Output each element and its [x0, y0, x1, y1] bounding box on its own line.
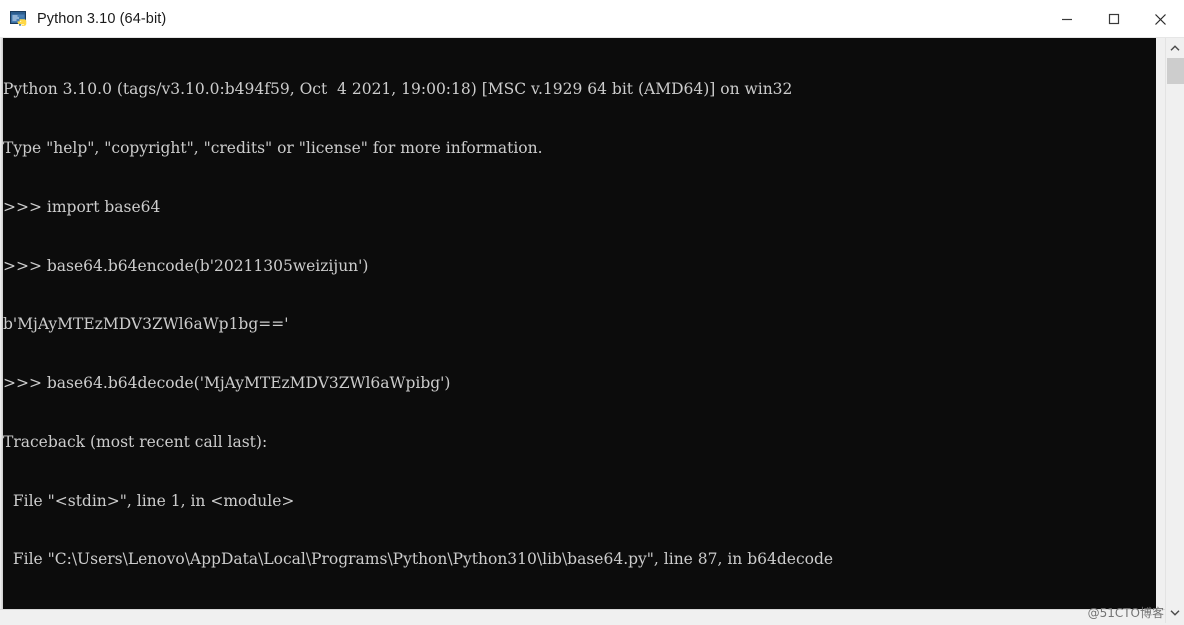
- terminal-line: >>> import base64: [3, 197, 161, 216]
- terminal-line: >>> base64.b64decode('MjAyMTEzMDV3ZWl6aW…: [3, 374, 451, 393]
- python-console-icon: [10, 10, 28, 28]
- scroll-down-arrow[interactable]: [1166, 603, 1184, 621]
- scrollbar-thumb[interactable]: [1167, 58, 1184, 84]
- terminal-surface[interactable]: Python 3.10.0 (tags/v3.10.0:b494f59, Oct…: [3, 38, 1156, 609]
- python-console-window: Python 3.10 (64-bit) Python 3.10.0 (tags…: [0, 0, 1184, 625]
- console-bottom-border: [0, 609, 1165, 610]
- maximize-button[interactable]: [1090, 0, 1137, 38]
- terminal-output: Python 3.10.0 (tags/v3.10.0:b494f59, Oct…: [3, 41, 1156, 609]
- terminal-line: Python 3.10.0 (tags/v3.10.0:b494f59, Oct…: [3, 80, 793, 99]
- title-bar[interactable]: Python 3.10 (64-bit): [0, 0, 1184, 38]
- window-title: Python 3.10 (64-bit): [37, 10, 167, 27]
- terminal-line: b'MjAyMTEzMDV3ZWl6aWp1bg==': [3, 315, 289, 334]
- terminal-line: >>> base64.b64encode(b'20211305weizijun'…: [3, 256, 369, 275]
- close-button[interactable]: [1137, 0, 1184, 38]
- vertical-scrollbar[interactable]: [1165, 38, 1184, 623]
- watermark: @51CTO博客: [1087, 606, 1164, 620]
- window-controls: [1043, 0, 1184, 38]
- scroll-up-arrow[interactable]: [1166, 39, 1184, 57]
- minimize-button[interactable]: [1043, 0, 1090, 38]
- terminal-line: Type "help", "copyright", "credits" or "…: [3, 138, 543, 157]
- console-area: Python 3.10.0 (tags/v3.10.0:b494f59, Oct…: [0, 38, 1184, 625]
- terminal-line: File "<stdin>", line 1, in <module>: [3, 491, 295, 510]
- terminal-line: Traceback (most recent call last):: [3, 432, 268, 451]
- terminal-line: File "C:\Users\Lenovo\AppData\Local\Prog…: [3, 550, 834, 569]
